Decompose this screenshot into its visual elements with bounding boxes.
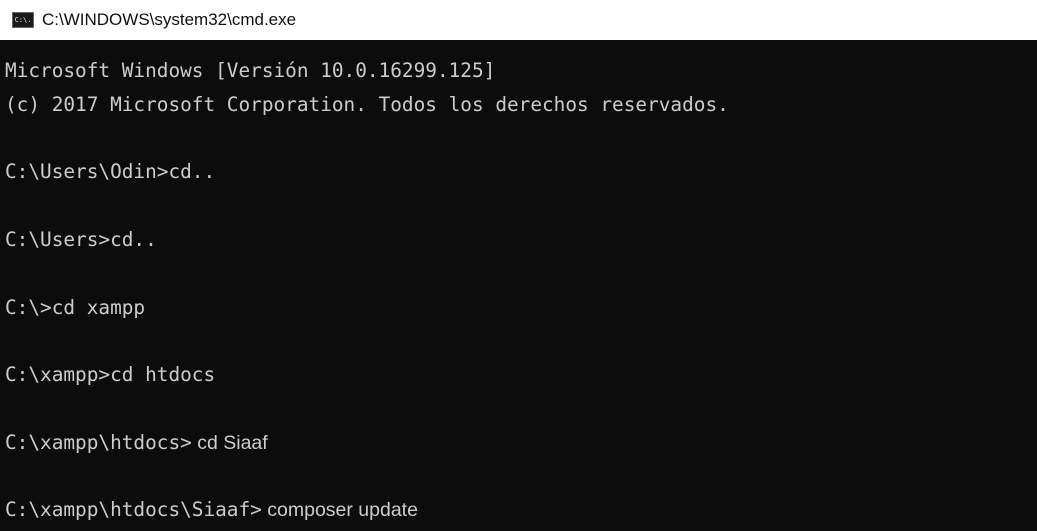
console-entry-1: C:\Users\Odin>cd.. <box>5 155 1037 189</box>
command-text: cd Siaaf <box>191 431 268 454</box>
window-title: C:\WINDOWS\system32\cmd.exe <box>42 10 297 29</box>
title-bar[interactable]: C:\. C:\WINDOWS\system32\cmd.exe <box>0 0 1037 40</box>
prompt-text: C:\xampp\htdocs\Siaaf> <box>5 498 262 522</box>
command-text: cd xampp <box>51 295 146 319</box>
console-entry-4: C:\xampp>cd htdocs <box>5 358 1037 392</box>
prompt-text: C:\Users> <box>5 227 111 251</box>
prompt-text: C:\xampp> <box>5 363 111 387</box>
prompt-text: C:\> <box>5 295 52 319</box>
cmd-icon-label: C:\. <box>14 16 32 24</box>
console-entry-2: C:\Users>cd.. <box>5 223 1037 257</box>
console-entry-6: C:\xampp\htdocs\Siaaf> composer update <box>5 493 1037 527</box>
banner-line-2: (c) 2017 Microsoft Corporation. Todos lo… <box>5 92 729 116</box>
cmd-icon: C:\. <box>12 12 34 28</box>
command-text: composer update <box>261 499 418 522</box>
prompt-text: C:\Users\Odin> <box>5 160 169 184</box>
prompt-text: C:\xampp\htdocs> <box>5 430 192 454</box>
command-text: cd.. <box>110 227 157 251</box>
console-entry-5: C:\xampp\htdocs> cd Siaaf <box>5 426 1037 460</box>
console-entry-3: C:\>cd xampp <box>5 291 1037 325</box>
command-text: cd htdocs <box>110 363 216 387</box>
banner-line-1: Microsoft Windows [Versión 10.0.16299.12… <box>5 59 496 82</box>
console-output[interactable]: Microsoft Windows [Versión 10.0.16299.12… <box>0 40 1037 531</box>
command-text: cd.. <box>168 160 216 184</box>
